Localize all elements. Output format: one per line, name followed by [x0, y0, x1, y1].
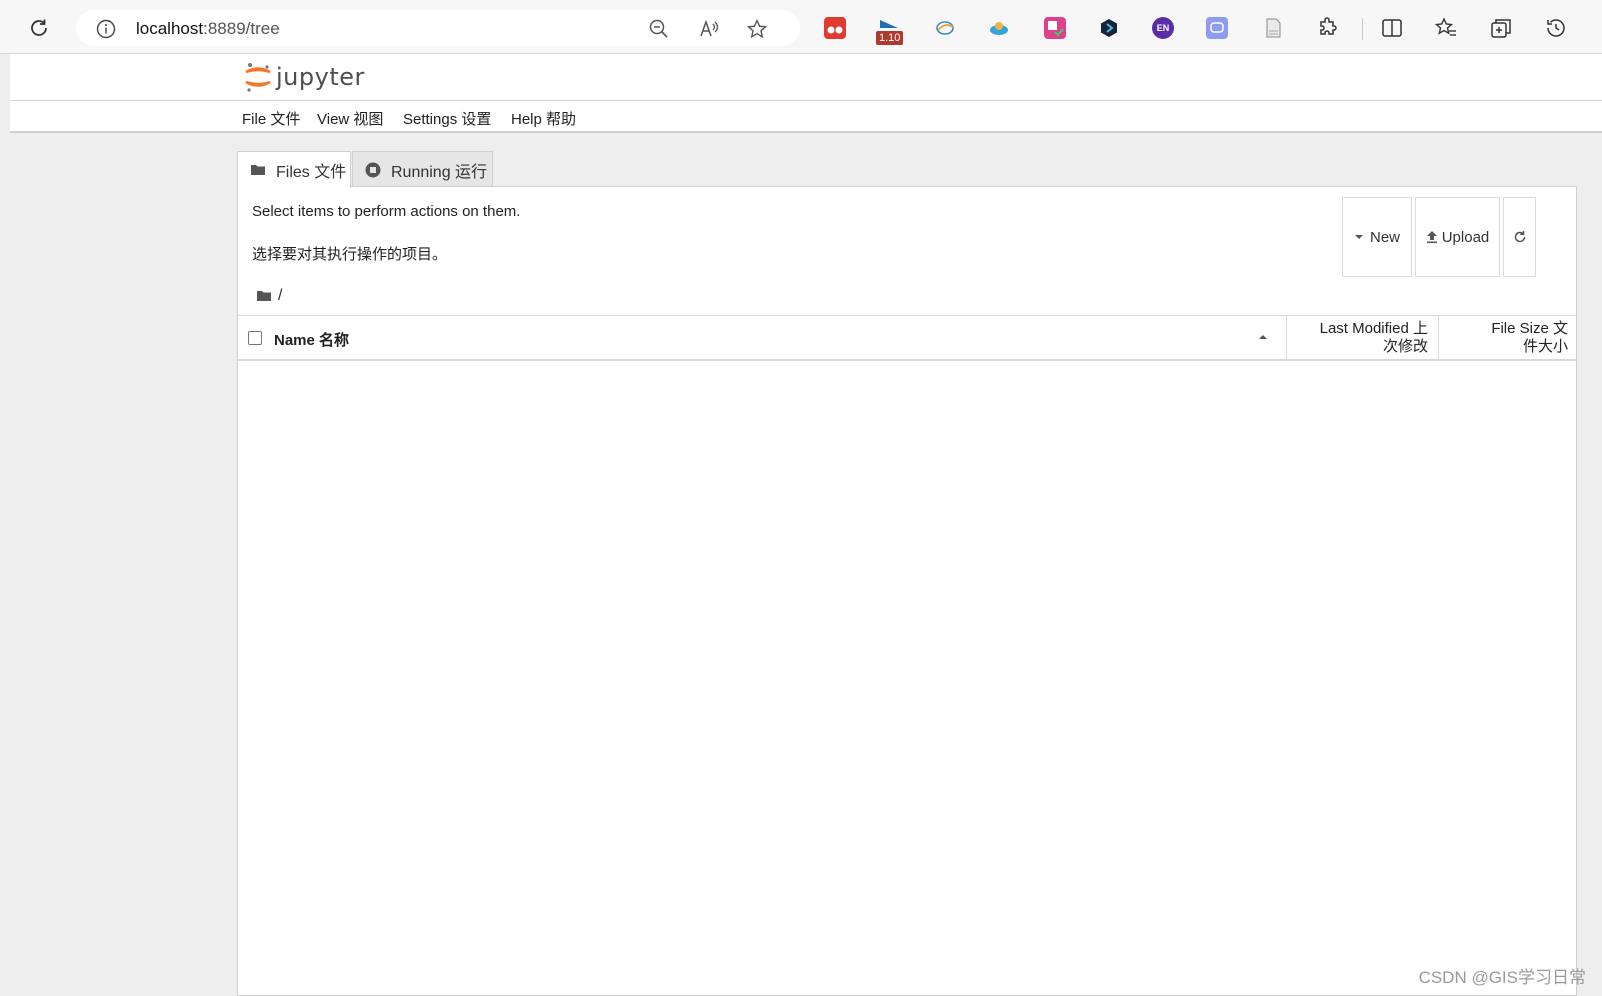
menu-bar: File 文件 View 视图 Settings 设置 Help 帮助 — [10, 101, 1602, 133]
info-text-en: Select items to perform actions on them. — [252, 203, 521, 220]
url-path: :8889/tree — [203, 19, 280, 38]
tab-files[interactable]: Files 文件 — [237, 151, 351, 188]
reload-button[interactable] — [26, 15, 52, 41]
url-host: localhost — [136, 19, 204, 38]
column-divider — [1438, 316, 1439, 360]
stop-circle-icon — [365, 162, 381, 177]
tab-files-label: Files 文件 — [276, 164, 347, 181]
extension-document-icon[interactable] — [1262, 17, 1284, 39]
jupyter-page: jupyter File 文件 View 视图 Settings 设置 Help… — [10, 54, 1602, 996]
jupyter-logo[interactable]: jupyter — [244, 60, 365, 94]
column-last-modified-line2: 次修改 — [1382, 338, 1428, 355]
extension-cloud-icon[interactable] — [988, 17, 1010, 39]
breadcrumb: / — [256, 287, 282, 305]
extensions-puzzle-icon[interactable] — [1316, 16, 1340, 40]
column-file-size-line1: File Size 文 — [1491, 320, 1568, 337]
column-last-modified[interactable]: Last Modified 上 次修改 — [1298, 320, 1428, 356]
info-text-zh: 选择要对其执行操作的项目。 — [252, 246, 448, 263]
address-bar[interactable]: localhost:8889/tree — [76, 10, 800, 46]
breadcrumb-folder-icon[interactable] — [256, 289, 272, 303]
column-file-size-line2: 件大小 — [1522, 338, 1568, 355]
read-aloud-icon[interactable] — [698, 18, 720, 40]
new-button[interactable]: New — [1342, 197, 1412, 277]
jupyter-logo-text: jupyter — [276, 63, 365, 91]
url-text[interactable]: localhost:8889/tree — [136, 19, 280, 39]
reload-icon — [31, 19, 47, 36]
sort-ascending-icon[interactable] — [1258, 333, 1268, 341]
refresh-button[interactable] — [1503, 197, 1536, 277]
upload-icon — [1426, 231, 1437, 244]
extension-hex-icon[interactable] — [1098, 17, 1120, 39]
files-panel: Select items to perform actions on them.… — [237, 186, 1577, 996]
new-button-label: New — [1369, 228, 1400, 246]
menu-settings[interactable]: Settings 设置 — [403, 108, 491, 129]
extension-translate-icon[interactable] — [1044, 17, 1066, 39]
toolbar-separator — [1362, 18, 1363, 40]
collections-icon[interactable] — [1489, 16, 1513, 40]
folder-icon — [251, 165, 265, 175]
column-file-size[interactable]: File Size 文 件大小 — [1448, 320, 1568, 356]
column-last-modified-line1: Last Modified 上 — [1319, 320, 1428, 337]
column-divider — [1286, 316, 1287, 360]
tab-running-label: Running 运行 — [391, 163, 488, 181]
menu-file[interactable]: File 文件 — [242, 108, 300, 129]
info-icon[interactable] — [96, 19, 116, 39]
extension-en-icon[interactable]: EN — [1152, 17, 1174, 39]
column-name[interactable]: Name 名称 — [274, 329, 349, 350]
history-icon[interactable] — [1544, 16, 1568, 40]
watermark-text: CSDN @GIS学习日常 — [1418, 968, 1586, 987]
extension-badge: 1.10 — [876, 31, 904, 45]
select-all-checkbox[interactable] — [248, 331, 262, 345]
file-list-header: Name 名称 Last Modified 上 次修改 File Size 文 … — [238, 315, 1576, 361]
browser-toolbar: localhost:8889/tree 1.10 EN — [0, 0, 1602, 54]
jupyter-header: jupyter — [10, 54, 1602, 101]
refresh-icon — [1514, 231, 1525, 243]
favorite-star-icon[interactable] — [746, 18, 768, 40]
extension-globe-icon[interactable] — [934, 17, 956, 39]
zoom-out-icon[interactable] — [648, 18, 670, 40]
jupyter-logo-icon — [245, 63, 271, 92]
tab-running[interactable]: Running 运行 — [352, 151, 493, 187]
upload-button[interactable]: Upload — [1415, 197, 1500, 277]
breadcrumb-root[interactable]: / — [278, 287, 282, 305]
split-screen-icon[interactable] — [1380, 16, 1404, 40]
menu-view[interactable]: View 视图 — [317, 108, 383, 129]
extension-red-icon[interactable] — [824, 17, 846, 39]
favorites-icon[interactable] — [1434, 16, 1458, 40]
extension-chat-icon[interactable] — [1206, 17, 1228, 39]
menu-help[interactable]: Help 帮助 — [511, 108, 576, 129]
caret-down-icon — [1354, 235, 1363, 239]
upload-button-label: Upload — [1441, 228, 1490, 246]
